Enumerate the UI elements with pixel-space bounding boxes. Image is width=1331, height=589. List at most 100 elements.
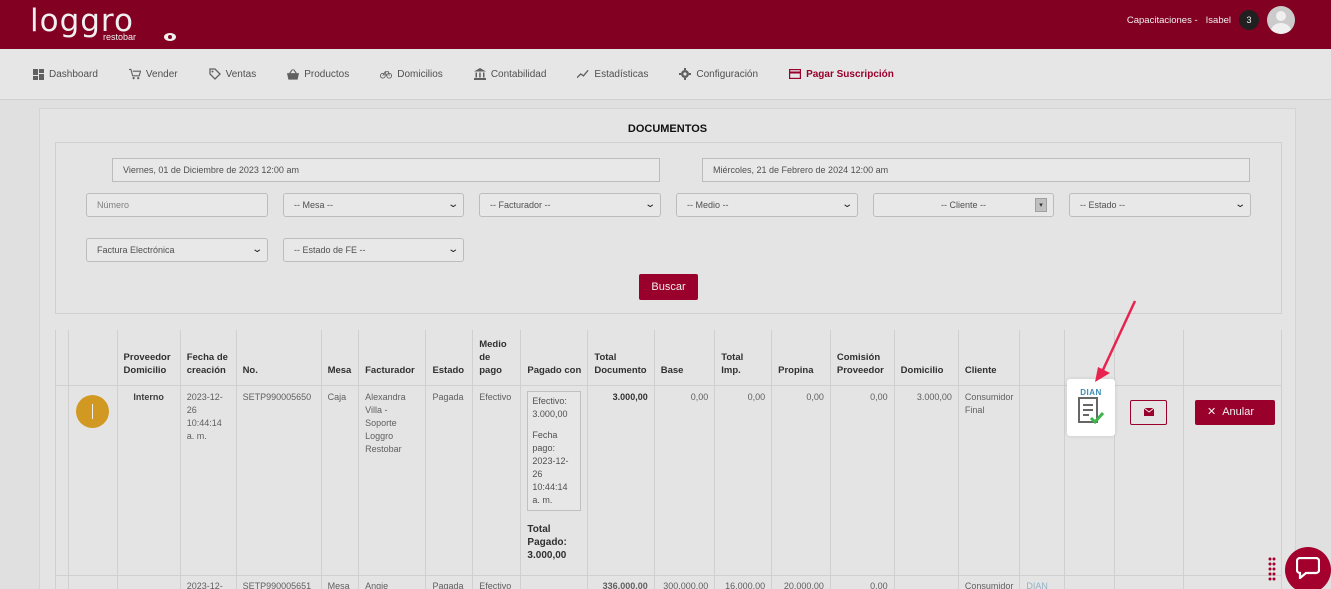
total-cell: 336.000,00 [587, 574, 655, 589]
col-cliente: Cliente [957, 330, 1021, 386]
anular-button[interactable]: ✕ Anular [1195, 399, 1275, 425]
nav-item-pagar-suscripcion[interactable]: Pagar Suscripción [789, 68, 894, 80]
dropdown-toggle-icon[interactable]: ▾ [1035, 198, 1047, 212]
medio-select[interactable]: -- Medio -- ⌄ [676, 193, 858, 217]
tipo-documento-select[interactable]: Factura Electrónica ⌄ [86, 238, 268, 262]
payment-date: Fecha pago: 2023-12-26 10:44:14 a. m. [532, 429, 569, 505]
col-domicilio: Domicilio [893, 330, 959, 386]
status-cell [68, 384, 118, 576]
col-fecha: Fecha de creación [179, 330, 237, 386]
nav-item-domicilios[interactable]: Domicilios [380, 68, 443, 80]
nav-label: Dashboard [49, 68, 98, 80]
impuesto-cell: 16.000,00 [714, 574, 773, 589]
numero-placeholder: Número [97, 200, 130, 210]
col-propina: Propina [771, 330, 831, 386]
dian-cell[interactable]: DIAN [1019, 574, 1065, 589]
facturador-cell: Alexandra Villa - Soporte Loggro Restoba… [358, 384, 427, 576]
fecha-cell: 2023-12- [179, 574, 237, 589]
pagado-cell: Efectivo: 3.000,00 Fecha pago: 2023-12-2… [520, 384, 589, 576]
col-base: Base [653, 330, 716, 386]
dian-electronic-invoice-button[interactable]: DIAN [1067, 379, 1115, 436]
mesa-cell: Mesa [320, 574, 360, 589]
col-dian [1019, 330, 1065, 386]
anular-cell: ✕ Anular [1183, 384, 1282, 576]
logo-subtitle: restobar [103, 32, 137, 42]
avatar[interactable] [1267, 6, 1295, 34]
propina-cell: 20.000,00 [771, 574, 831, 589]
proveedor-cell: Interno [116, 384, 181, 576]
fecha-cell: 2023-12-26 10:44:14 a. m. [179, 384, 237, 576]
chevron-down-icon: ⌄ [446, 244, 459, 255]
payment-method-amount: Efectivo: 3.000,00 [532, 395, 568, 419]
search-button[interactable]: Buscar [639, 274, 698, 300]
facturador-select-value: -- Facturador -- [490, 200, 551, 210]
page-title: DOCUMENTOS [627, 123, 708, 135]
proveedor-cell [116, 574, 181, 589]
chevron-down-icon: ⌄ [1233, 199, 1246, 210]
mesa-select-value: -- Mesa -- [294, 200, 333, 210]
envelope-icon [1143, 408, 1154, 416]
total-pagado-value: 3.000,00 [527, 549, 567, 561]
basket-icon [287, 68, 300, 80]
row-select[interactable] [55, 384, 69, 576]
estado-select[interactable]: -- Estado -- ⌄ [1069, 193, 1251, 217]
facturador-select[interactable]: -- Facturador -- ⌄ [479, 193, 661, 217]
numero-input[interactable]: Número [86, 193, 268, 217]
filter-panel: Viernes, 01 de Diciembre de 2023 12:00 a… [55, 142, 1282, 314]
medio-select-value: -- Medio -- [687, 200, 729, 210]
estado-fe-value: -- Estado de FE -- [294, 245, 366, 255]
gear-icon [679, 68, 692, 80]
col-estado: Estado [425, 330, 474, 386]
notification-badge[interactable]: 3 [1239, 10, 1259, 30]
user-name[interactable]: Isabel [1206, 15, 1231, 26]
document-check-icon [1078, 397, 1105, 425]
estado-cell: Pagada [425, 574, 474, 589]
comision-cell: 0,00 [829, 574, 895, 589]
estado-cell: Pagada [425, 384, 474, 576]
mesa-cell: Caja [320, 384, 360, 576]
date-to-input[interactable]: Miércoles, 21 de Febrero de 2024 12:00 a… [702, 158, 1250, 182]
dashboard-icon [32, 68, 44, 80]
cart-icon [128, 68, 141, 80]
drag-handle-icon[interactable] [1268, 557, 1276, 583]
estado-fe-select[interactable]: -- Estado de FE -- ⌄ [283, 238, 464, 262]
nav-item-ventas[interactable]: Ventas [208, 68, 256, 80]
status-indicator [76, 394, 110, 428]
bicycle-icon [380, 68, 393, 80]
nav-item-configuracion[interactable]: Configuración [679, 68, 758, 80]
email-button[interactable] [1130, 399, 1168, 425]
col-medio: Medio de pago [472, 330, 522, 386]
dian-label: DIAN [1080, 388, 1102, 397]
impuesto-cell: 0,00 [714, 384, 773, 576]
chat-button[interactable] [1285, 547, 1331, 589]
facturador-cell: Angie [358, 574, 427, 589]
row-select[interactable] [55, 574, 69, 589]
estado-select-value: -- Estado -- [1080, 200, 1126, 210]
domicilio-cell: 3.000,00 [893, 384, 959, 576]
comision-cell: 0,00 [829, 384, 895, 576]
nav-item-estadisticas[interactable]: Estadísticas [577, 68, 648, 80]
mesa-select[interactable]: -- Mesa -- ⌄ [283, 193, 464, 217]
main-nav: Dashboard Vender Ventas Productos Domici… [0, 49, 1331, 100]
nav-item-dashboard[interactable]: Dashboard [32, 68, 98, 80]
medio-cell: Efectivo [472, 384, 522, 576]
col-facturador: Facturador [358, 330, 427, 386]
domicilio-cell [893, 574, 959, 589]
col-total: Total Documento [587, 330, 655, 386]
cliente-select[interactable]: -- Cliente -- ▾ [873, 193, 1054, 217]
chevron-down-icon: ⌄ [643, 199, 656, 210]
cliente-cell: Consumidor [957, 574, 1021, 589]
nav-item-productos[interactable]: Productos [287, 68, 349, 80]
chevron-down-icon: ⌄ [446, 199, 459, 210]
company-name: Capacitaciones - [1126, 14, 1198, 26]
nav-item-contabilidad[interactable]: Contabilidad [473, 68, 546, 80]
col-pagado: Pagado con [520, 330, 589, 386]
nav-item-vender[interactable]: Vender [128, 68, 178, 80]
col-proveedor: Proveedor Domicilio [116, 330, 181, 386]
date-from-input[interactable]: Viernes, 01 de Diciembre de 2023 12:00 a… [112, 158, 660, 182]
eye-icon[interactable] [163, 31, 177, 43]
email-cell [1113, 384, 1185, 576]
numero-cell: SETP990005650 [235, 384, 322, 576]
cliente-cell: Consumidor Final [957, 384, 1021, 576]
status-cell [68, 574, 118, 589]
